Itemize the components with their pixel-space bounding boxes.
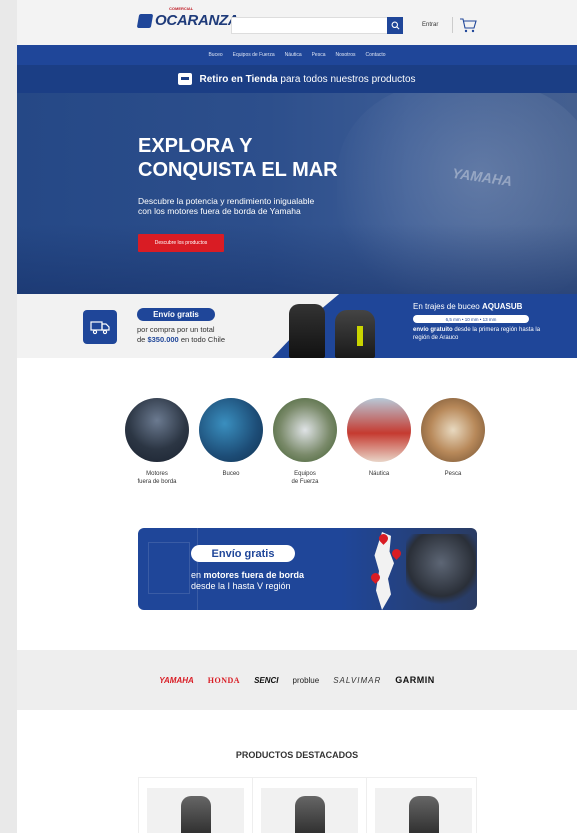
- card-line-1: en motores fuera de borda: [191, 570, 304, 580]
- category-label-pesca: Pesca: [445, 470, 462, 478]
- page: OCARANZA COMERCIAL Entrar Buceo Equipos …: [17, 0, 577, 833]
- search-button[interactable]: [387, 17, 403, 34]
- category-label-equipos-2: de Fuerza: [291, 479, 319, 485]
- hero-title-line-2: CONQUISTA EL MAR: [138, 159, 338, 181]
- card-line-2: desde la I hasta V región: [191, 581, 291, 591]
- brand-logo-garmin[interactable]: GARMIN: [395, 675, 435, 685]
- brand-logo-senci[interactable]: SENCI: [254, 676, 278, 685]
- aquasub-title: En trajes de buceo AQUASUB: [413, 302, 522, 311]
- category-motores[interactable]: Motores fuera de borda: [125, 398, 189, 486]
- hero-sub-line-2: con los motores fuera de borda de Yamaha: [138, 206, 301, 216]
- shipping-amount: $350.000: [147, 335, 179, 344]
- card-decoration: [138, 528, 198, 610]
- search-icon: [391, 21, 399, 30]
- shipping-line-2-suffix: en todo Chile: [178, 335, 226, 344]
- pickup-banner: Retiro en Tienda para todos nuestros pro…: [17, 65, 577, 93]
- category-label-motores-2: fuera de borda: [137, 479, 177, 485]
- nav-item-nosotros[interactable]: Nosotros: [336, 52, 356, 58]
- category-equipos[interactable]: Equipos de Fuerza: [273, 398, 337, 486]
- category-image-nautica[interactable]: [347, 398, 411, 462]
- product-image[interactable]: [261, 788, 358, 833]
- shipping-line-2: de $350.000 en todo Chile: [137, 335, 225, 344]
- store-icon: [178, 73, 193, 85]
- free-shipping-pill: Envío gratis: [137, 308, 215, 321]
- featured-products-title: PRODUCTOS DESTACADOS: [235, 750, 359, 760]
- hero-title: EXPLORA Y CONQUISTA EL MAR: [138, 134, 398, 182]
- product-card[interactable]: [367, 778, 480, 833]
- wetsuit-image-1: [289, 304, 325, 358]
- brand-logo-honda[interactable]: HONDA: [208, 676, 240, 685]
- logo-small-text: COMERCIAL: [169, 6, 194, 11]
- hero-water: [17, 224, 577, 294]
- pickup-rest: para todos nuestros productos: [277, 73, 416, 85]
- logo-mark-icon: [136, 13, 154, 28]
- category-label-equipos: Equipos de Fuerza: [291, 470, 318, 486]
- category-image-pesca[interactable]: [421, 398, 485, 462]
- category-label-pesca-1: Pesca: [444, 471, 462, 477]
- aquasub-brand: AQUASUB: [481, 302, 523, 311]
- product-image[interactable]: [147, 788, 244, 833]
- category-buceo[interactable]: Buceo: [199, 398, 263, 486]
- brand-logo-problue[interactable]: problue: [293, 676, 320, 685]
- category-image-buceo[interactable]: [199, 398, 263, 462]
- aquasub-text: envío gratuito desde la primera región h…: [413, 326, 543, 342]
- category-image-motores[interactable]: [125, 398, 189, 462]
- brand-logo-salvimar[interactable]: SALVIMAR: [333, 676, 381, 685]
- shipping-banner[interactable]: Envío gratis por compra por un total de …: [17, 294, 577, 358]
- aquasub-bold: envío gratuito: [413, 327, 453, 333]
- shipping-line-1: por compra por un total: [137, 325, 215, 334]
- map-pin-icon: [390, 547, 403, 560]
- category-label-motores-1: Motores: [146, 471, 168, 477]
- wetsuit-image-2: [335, 310, 375, 358]
- card-free-shipping-pill: Envío gratis: [191, 545, 295, 562]
- shipping-line-2-prefix: de: [137, 335, 148, 344]
- nav-item-contacto[interactable]: Contacto: [366, 52, 386, 58]
- category-label-nautica-1: Náutica: [368, 471, 390, 477]
- cart-icon[interactable]: [459, 17, 477, 33]
- truck-icon-box: [83, 310, 117, 344]
- product-card[interactable]: [139, 778, 253, 833]
- hero-banner: YAMAHA EXPLORA Y CONQUISTA EL MAR Descub…: [17, 93, 577, 294]
- wetsuit-accent: [357, 326, 363, 346]
- category-nautica[interactable]: Náutica: [347, 398, 411, 486]
- nav-item-pesca[interactable]: Pesca: [312, 52, 326, 58]
- category-label-buceo: Buceo: [222, 470, 239, 478]
- category-label-motores: Motores fuera de borda: [137, 470, 176, 486]
- product-image[interactable]: [375, 788, 472, 833]
- category-label-buceo-1: Buceo: [222, 471, 240, 477]
- main-nav: Buceo Equipos de Fuerza Náutica Pesca No…: [17, 45, 577, 65]
- brand-logo-yamaha[interactable]: YAMAHA: [159, 676, 194, 685]
- card-line-1-prefix: en: [191, 570, 204, 580]
- logo[interactable]: OCARANZA: [136, 12, 239, 29]
- site-header: OCARANZA COMERCIAL Entrar: [17, 0, 577, 45]
- pickup-text: Retiro en Tienda para todos nuestros pro…: [199, 74, 415, 85]
- nav-item-equipos[interactable]: Equipos de Fuerza: [233, 52, 275, 58]
- chile-map-image: [374, 532, 394, 610]
- card-engine-image: [406, 534, 476, 606]
- product-card[interactable]: [253, 778, 367, 833]
- brand-strip: YAMAHA HONDA SENCI problue SALVIMAR GARM…: [17, 650, 577, 710]
- category-image-equipos[interactable]: [273, 398, 337, 462]
- category-list: Motores fuera de borda Buceo Equipos de Fu…: [125, 398, 485, 486]
- category-label-nautica: Náutica: [369, 470, 389, 478]
- hero-sub-line-1: Descubre la potencia y rendimiento inigu…: [138, 196, 315, 206]
- discover-products-button[interactable]: Descubre los productos: [138, 234, 224, 252]
- free-shipping-card[interactable]: Envío gratis en motores fuera de borda d…: [138, 528, 477, 610]
- pickup-bold: Retiro en Tienda: [199, 73, 278, 85]
- product-grid: [138, 777, 477, 833]
- header-divider: [452, 17, 453, 33]
- card-line-1-bold: motores fuera de borda: [203, 570, 305, 580]
- search-input[interactable]: [231, 17, 401, 34]
- wetsuit-sizes: 6,5 mm • 10 mm • 13 mm: [413, 315, 529, 323]
- hero-subtitle: Descubre la potencia y rendimiento inigu…: [138, 196, 378, 216]
- hero-title-line-1: EXPLORA Y: [138, 135, 253, 157]
- nav-item-nautica[interactable]: Náutica: [285, 52, 302, 58]
- category-label-equipos-1: Equipos: [294, 471, 316, 477]
- truck-icon: [90, 321, 110, 335]
- category-pesca[interactable]: Pesca: [421, 398, 485, 486]
- aquasub-title-prefix: En trajes de buceo: [413, 302, 482, 311]
- nav-item-buceo[interactable]: Buceo: [208, 52, 222, 58]
- logo-text: OCARANZA: [155, 12, 239, 29]
- login-link[interactable]: Entrar: [422, 22, 438, 28]
